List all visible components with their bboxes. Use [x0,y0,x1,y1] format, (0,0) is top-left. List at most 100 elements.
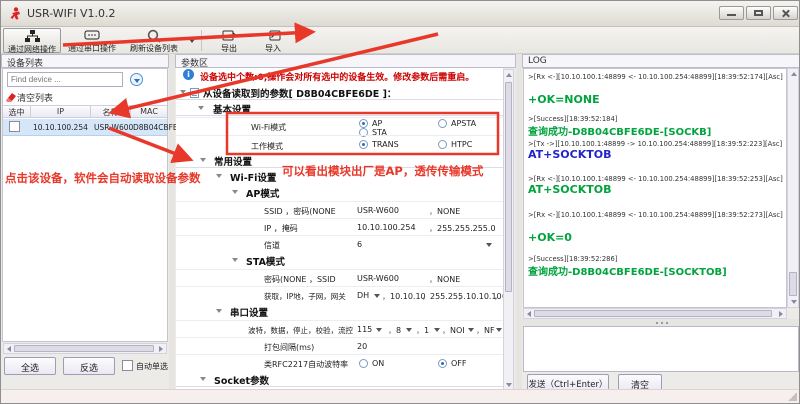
column-header-mac[interactable]: MAC [131,105,167,118]
radio-rfc-on[interactable] [359,359,368,368]
section-serial[interactable]: 串口设置 [176,304,503,319]
sta-dns-value[interactable]: 0.0.0. [494,291,503,302]
section-ap-mode[interactable]: AP模式 [176,185,503,200]
device-row-checkbox[interactable] [9,121,20,132]
scroll-thumb[interactable] [505,82,512,292]
resize-grip-icon[interactable] [788,392,797,401]
log-output[interactable]: >[Rx <-][10.10.100.1:48899 <- 10.10.100.… [523,68,787,308]
baud-select[interactable]: 115 [357,325,372,334]
info-icon: i [183,69,194,80]
scroll-thumb[interactable] [534,310,772,317]
radio-htpc[interactable] [438,140,447,149]
row-serial-line: 波特，数据，停止，校验，流控 115 8 1 NOI NF [176,320,503,337]
pack-interval-value[interactable]: 20 [357,342,367,351]
scroll-down-icon[interactable] [791,300,797,304]
sta-password-value[interactable]: NONE [429,274,460,285]
ap-mask-value[interactable]: 255.255.255.0 [429,223,496,234]
column-header-name[interactable]: 名称 [91,105,131,118]
stopbits-dropdown-icon[interactable] [434,328,440,332]
minimize-button[interactable] [719,6,744,20]
row-sta-ssid: 密码(NONE ，SSID USR-W600 NONE [176,269,503,286]
section-sta-mode[interactable]: STA模式 [176,253,503,268]
tree-root-row[interactable]: 从设备读取到的参数[ D8B04CBFE6DE ]： [176,85,503,100]
log-splitter[interactable] [522,319,800,326]
annotation-device-tip: 点击该设备，软件会自动读取设备参数 [5,170,201,186]
send-command-input[interactable] [523,326,799,372]
section-socket[interactable]: Socket参数 [176,372,503,387]
param-vscrollbar[interactable] [503,69,514,391]
scroll-right-icon[interactable] [779,311,783,317]
section-title: Wi-Fi设置 [230,170,276,184]
scroll-right-icon[interactable] [159,346,163,352]
toolbar-button-serial[interactable]: 通过串口操作 [63,28,121,53]
log-entry: >[Tx ->][10.10.100.1:48899 -> 10.10.100.… [528,140,782,148]
radio-ap[interactable] [359,119,368,128]
parity-dropdown-icon[interactable] [468,328,474,332]
radio-trans[interactable] [359,140,368,149]
scroll-down-icon[interactable] [506,383,512,387]
channel-value[interactable]: 6 [357,240,362,249]
ap-ssid-value[interactable]: USR-W600 [357,206,399,215]
invert-selection-button[interactable]: 反选 [63,357,115,375]
scroll-left-icon[interactable] [527,311,531,317]
collapse-icon[interactable] [216,309,222,313]
find-device-input[interactable] [7,72,123,87]
sta-ip-value[interactable]: 10.10.10 [382,291,426,302]
clear-list-button[interactable]: 清空列表 [17,91,53,104]
collapse-icon[interactable] [232,258,238,262]
stopbits-select[interactable]: 1 [416,325,429,336]
log-entry: AT+SOCKTOB [528,183,782,196]
collapse-icon[interactable] [198,106,204,110]
find-device-dropdown-icon[interactable] [130,73,143,86]
device-list-hscrollbar[interactable] [3,343,167,354]
refresh-dropdown-icon[interactable] [189,39,195,43]
log-hscrollbar[interactable] [523,308,787,319]
collapse-icon[interactable] [200,377,206,381]
close-button[interactable] [773,6,798,20]
sta-ssid-label: 密码(NONE ，SSID [264,274,336,285]
ap-ip-value[interactable]: 10.10.100.254 [357,223,416,232]
baud-dropdown-icon[interactable] [376,328,382,332]
dhcp-dropdown-icon[interactable] [374,294,380,298]
radio-trans-label: TRANS [372,140,399,149]
databits-dropdown-icon[interactable] [406,328,412,332]
toolbar-button-import[interactable]: 导入 [253,28,293,53]
parity-select[interactable]: NOI [442,325,465,336]
scroll-thumb[interactable] [789,272,797,296]
toolbar-button-export[interactable]: 导出 [209,28,249,53]
sta-dhcp-select[interactable]: DH [357,291,369,300]
splitter-left[interactable] [169,54,175,389]
section-basic[interactable]: 基本设置 [176,101,503,116]
scroll-up-icon[interactable] [791,72,797,76]
scroll-left-icon[interactable] [7,346,11,352]
ap-password-value[interactable]: NONE [429,206,460,217]
radio-apsta[interactable] [438,119,447,128]
device-row[interactable]: 10.10.100.254 USR-W600 D8B04CBFE6 [3,119,167,136]
maximize-button[interactable] [746,6,771,20]
column-header-ip[interactable]: IP [31,105,91,118]
auto-single-checkbox[interactable] [122,360,133,371]
collapse-icon[interactable] [200,158,206,162]
scroll-up-icon[interactable] [506,73,512,77]
section-title: AP模式 [246,186,279,200]
radio-on-label: ON [372,359,384,368]
toolbar-button-network[interactable]: 通过网络操作 [3,28,61,53]
channel-dropdown-icon[interactable] [486,243,492,247]
radio-htpc-label: HTPC [451,140,472,149]
window-title: USR-WIFI V1.0.2 [27,7,115,20]
flow-dropdown-icon[interactable] [496,328,502,332]
toolbar-button-refresh-devices[interactable]: 刷新设备列表 [123,28,185,53]
sta-ssid-value[interactable]: USR-W600 [357,274,399,283]
flow-select[interactable]: NF [476,325,495,336]
collapse-icon[interactable] [180,90,186,94]
column-header-checked[interactable]: 选中 [3,105,31,118]
collapse-icon[interactable] [216,174,222,178]
collapse-icon[interactable] [232,190,238,194]
radio-rfc-off[interactable] [438,359,447,368]
log-vscrollbar[interactable] [787,68,799,308]
scroll-thumb[interactable] [14,345,154,352]
log-entry: 查询成功-D8B04CBFE6DE-[SOCKB] [528,123,782,138]
splitter-right[interactable] [516,54,522,389]
databits-select[interactable]: 8 [388,325,401,336]
select-all-button[interactable]: 全选 [4,357,56,375]
